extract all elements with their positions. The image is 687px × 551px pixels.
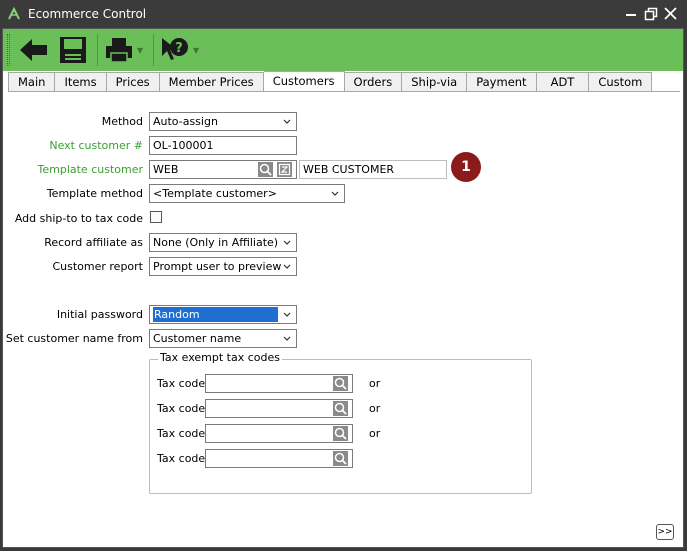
help-button[interactable]: ? ▼ bbox=[159, 32, 199, 68]
customer-report-label: Customer report bbox=[52, 260, 143, 273]
title-bar: Ecommerce Control bbox=[0, 0, 687, 28]
search-icon[interactable] bbox=[333, 401, 348, 416]
tab-adt[interactable]: ADT bbox=[536, 72, 590, 92]
next-customer-label: Next customer # bbox=[49, 139, 143, 152]
template-customer-label: Template customer bbox=[37, 163, 144, 176]
chevron-down-icon bbox=[283, 119, 291, 124]
minimize-icon bbox=[626, 14, 636, 16]
set-customer-name-value: Customer name bbox=[153, 332, 242, 345]
tab-items[interactable]: Items bbox=[55, 72, 107, 92]
tab-prices[interactable]: Prices bbox=[106, 72, 160, 92]
tax-code-input[interactable] bbox=[205, 449, 353, 468]
tax-code-label: Tax code bbox=[157, 377, 206, 390]
tab-orders[interactable]: Orders bbox=[344, 72, 403, 92]
restore-button[interactable] bbox=[642, 4, 660, 24]
method-label: Method bbox=[101, 115, 143, 128]
initial-password-label: Initial password bbox=[56, 308, 143, 321]
chevron-down-icon bbox=[283, 336, 291, 341]
set-customer-name-label: Set customer name from bbox=[5, 332, 143, 345]
search-icon[interactable] bbox=[333, 426, 348, 441]
tab-custom[interactable]: Custom bbox=[589, 72, 653, 92]
close-button[interactable] bbox=[661, 4, 679, 24]
toolbar: ▼ ? ▼ bbox=[3, 29, 683, 71]
help-cursor-icon: ? bbox=[162, 38, 188, 60]
svg-text:?: ? bbox=[175, 41, 183, 56]
chevron-down-icon bbox=[283, 312, 291, 317]
template-method-value: <Template customer> bbox=[153, 187, 277, 200]
save-button[interactable] bbox=[57, 32, 89, 68]
tax-code-input[interactable] bbox=[205, 424, 353, 443]
tax-code-label: Tax code bbox=[157, 452, 206, 465]
add-ship-to-checkbox[interactable] bbox=[150, 211, 162, 223]
tab-bar: Main Items Prices Member Prices Customer… bbox=[8, 71, 653, 92]
chevron-down-icon bbox=[283, 264, 291, 269]
record-affiliate-dropdown[interactable]: None (Only in Affiliate) bbox=[149, 233, 297, 252]
initial-password-dropdown[interactable]: Random bbox=[149, 305, 297, 324]
close-icon bbox=[663, 7, 677, 20]
record-affiliate-label: Record affiliate as bbox=[44, 236, 143, 249]
callout-badge: 1 bbox=[451, 152, 481, 182]
tab-member-prices[interactable]: Member Prices bbox=[159, 72, 264, 92]
tax-code-input[interactable] bbox=[205, 374, 353, 393]
or-label: or bbox=[369, 377, 381, 390]
tab-customers[interactable]: Customers bbox=[263, 71, 345, 92]
or-label: or bbox=[369, 402, 381, 415]
template-customer-input[interactable]: WEB bbox=[149, 160, 297, 179]
save-icon bbox=[60, 37, 86, 63]
print-icon bbox=[106, 38, 132, 63]
add-ship-to-label: Add ship-to to tax code bbox=[14, 212, 143, 225]
tab-payment[interactable]: Payment bbox=[467, 72, 537, 92]
template-customer-description: WEB CUSTOMER bbox=[299, 160, 447, 179]
or-label: or bbox=[369, 427, 381, 440]
set-customer-name-dropdown[interactable]: Customer name bbox=[149, 329, 297, 348]
customer-report-value: Prompt user to preview bbox=[153, 260, 282, 273]
restore-icon bbox=[644, 7, 658, 21]
next-customer-input[interactable]: OL-100001 bbox=[149, 136, 297, 155]
help-dropdown-arrow-icon[interactable]: ▼ bbox=[193, 46, 199, 55]
window-title: Ecommerce Control bbox=[28, 7, 147, 21]
print-dropdown-arrow-icon[interactable]: ▼ bbox=[137, 46, 143, 55]
method-dropdown[interactable]: Auto-assign bbox=[149, 112, 297, 131]
template-method-dropdown[interactable]: <Template customer> bbox=[149, 184, 345, 203]
initial-password-value: Random bbox=[153, 307, 278, 322]
tax-code-label: Tax code bbox=[157, 402, 206, 415]
chevron-down-icon bbox=[283, 240, 291, 245]
toolbar-separator bbox=[97, 34, 98, 66]
customer-report-dropdown[interactable]: Prompt user to preview bbox=[149, 257, 297, 276]
template-method-label: Template method bbox=[46, 187, 143, 200]
search-icon[interactable] bbox=[333, 451, 348, 466]
search-icon[interactable] bbox=[258, 162, 273, 177]
tab-main[interactable]: Main bbox=[8, 72, 56, 92]
tax-code-label: Tax code bbox=[157, 427, 206, 440]
record-affiliate-value: None (Only in Affiliate) bbox=[153, 236, 279, 249]
toolbar-separator bbox=[153, 34, 154, 66]
more-button[interactable]: >> bbox=[656, 524, 674, 540]
app-logo-icon bbox=[8, 7, 20, 20]
print-button[interactable]: ▼ bbox=[103, 32, 143, 68]
toolbar-grip[interactable] bbox=[7, 34, 10, 66]
back-button[interactable] bbox=[17, 32, 51, 68]
tax-exempt-title: Tax exempt tax codes bbox=[158, 351, 282, 364]
search-icon[interactable] bbox=[333, 376, 348, 391]
tab-divider bbox=[8, 91, 680, 92]
back-arrow-icon bbox=[20, 39, 47, 61]
template-customer-value: WEB bbox=[153, 163, 179, 176]
tax-code-input[interactable] bbox=[205, 399, 353, 418]
chevron-down-icon bbox=[331, 191, 339, 196]
tab-ship-via[interactable]: Ship-via bbox=[402, 72, 468, 92]
method-value: Auto-assign bbox=[153, 115, 218, 128]
minimize-button[interactable] bbox=[622, 4, 640, 24]
main-window: ▼ ? ▼ Main Items Prices Member Prices Cu… bbox=[2, 28, 684, 548]
zoom-detail-icon[interactable] bbox=[277, 162, 292, 177]
